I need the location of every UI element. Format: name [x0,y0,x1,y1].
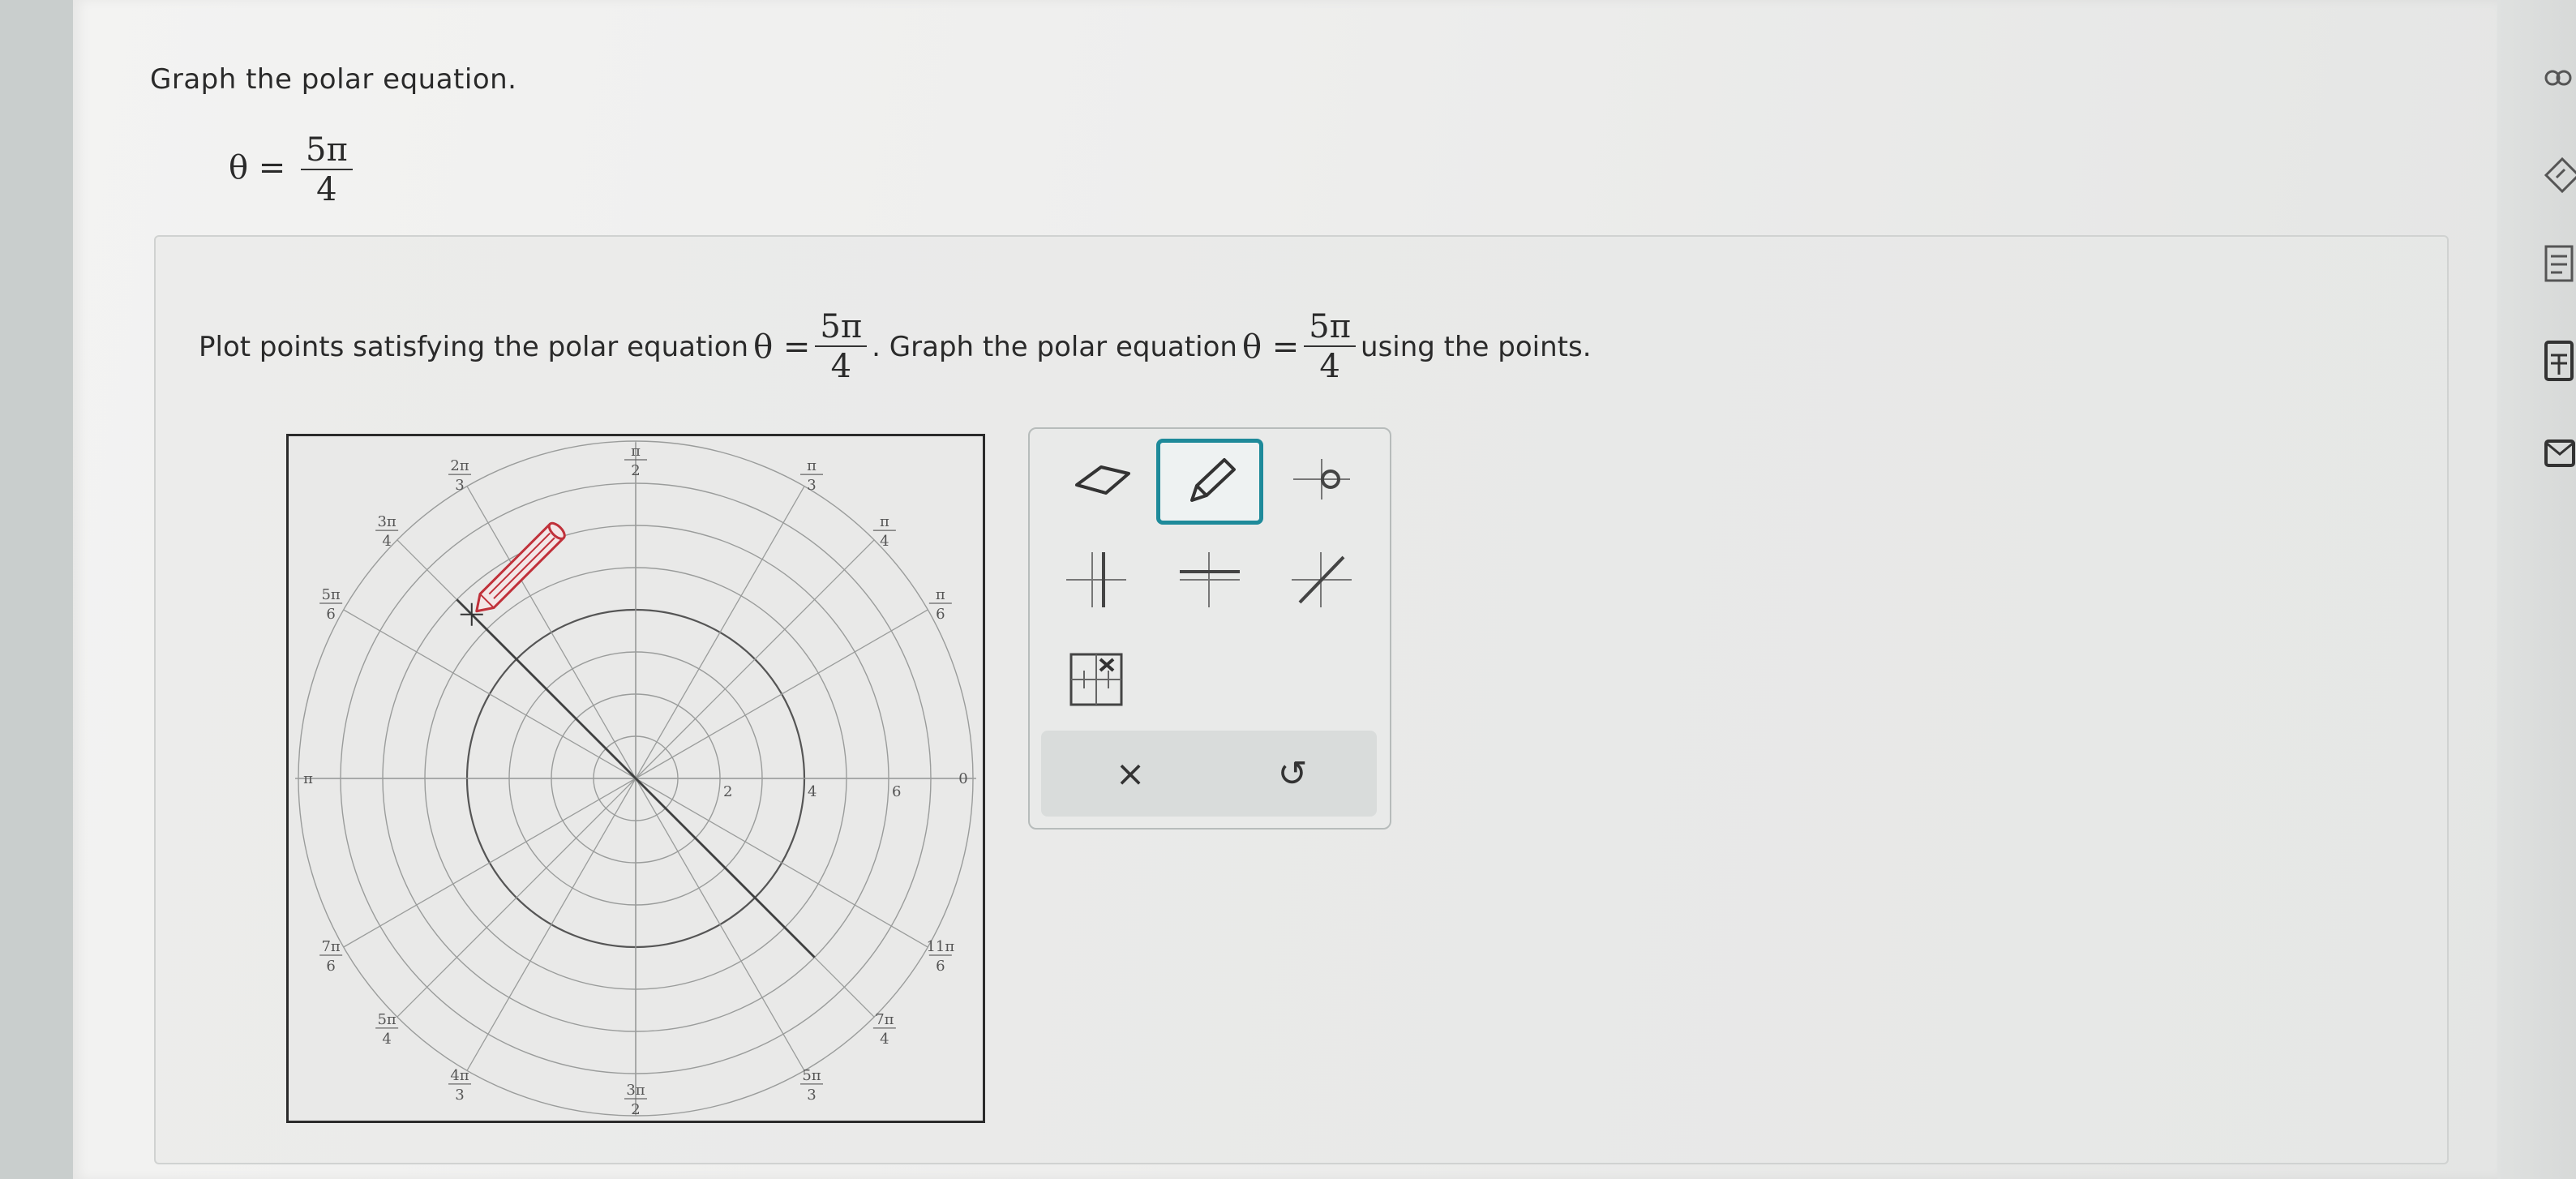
angle-label-numerator: 4π [450,1067,469,1084]
angle-label-numerator: 2π [450,457,469,474]
point-tool[interactable] [1273,439,1370,520]
angle-label-numerator: 7π [875,1011,894,1028]
question-title: Graph the polar equation. [150,63,517,96]
angle-tick-label: 7π6 [319,938,343,975]
angle-label-denominator: 3 [807,1087,816,1104]
angle-tick-label: π4 [872,513,896,550]
grid-tool[interactable] [1048,638,1145,719]
angle-label-denominator: 4 [382,1031,391,1048]
angle-tick-label: 4π3 [448,1067,471,1104]
angle-label-denominator: 3 [807,477,816,494]
equation-fraction: 5π 4 [301,131,353,209]
equation-numerator: 5π [301,131,353,170]
angle-label-denominator: 4 [880,1031,889,1048]
angle-label-numerator: π [936,586,945,603]
instruction-fraction-1: 5π 4 [815,308,868,386]
instruction-equation-2: θ = 5π 4 [1241,308,1357,386]
polar-grid-canvas[interactable]: 2 4 6π2 π3π4π6011π67π45π33π24π35π47π6π5π63π… [289,436,983,1121]
angle-label-numerator: 5π [321,586,340,603]
angle-label-numerator: 7π [321,938,340,955]
angle-label-numerator: π [880,513,889,530]
horizontal-line-icon [1180,552,1240,607]
angle-label-denominator: 4 [880,533,889,550]
polar-spoke [635,609,928,779]
polar-graph[interactable]: 2 4 6 π 2 π 3 π 4 π 6 0 11π 6 7π 4 5π 3 3π 2 4π 3 5π 4 7π 6 π 5π 6 3π… [286,434,985,1123]
radius-tick-label: 6 [892,783,901,800]
polar-spoke [635,778,928,948]
angle-label-denominator: 6 [326,958,335,975]
instruction-numerator-2: 5π [1304,308,1357,347]
pencil-icon [1190,458,1236,502]
angle-label-denominator: 2 [631,1101,640,1118]
action-bar: × ↺ [1041,731,1377,817]
instruction-denominator-1: 4 [830,348,852,385]
vertical-line-icon [1066,552,1126,607]
graphing-toolbar: × ↺ [1028,427,1391,830]
eraser-tool[interactable] [1054,439,1151,520]
edit-diamond-icon[interactable] [2543,151,2576,199]
angle-label-denominator: 6 [326,606,335,623]
polar-spoke [635,778,805,1071]
link-icon[interactable] [2543,54,2576,102]
angle-label-denominator: 6 [936,958,945,975]
horizontal-line-tool[interactable] [1161,539,1258,620]
angle-tick-label: 3π4 [375,513,399,550]
instruction-denominator-2: 4 [1319,348,1340,385]
angle-label-numerator: 5π [377,1011,396,1028]
clear-button[interactable]: × [1049,731,1211,817]
instruction-text: Plot points satisfying the polar equatio… [199,308,1592,386]
angle-tick-label: 5π3 [800,1067,823,1104]
instruction-part2: . Graph the polar equation [872,331,1237,363]
angle-label-denominator: 4 [382,533,391,550]
instruction-equation-1: θ = 5π 4 [753,308,868,386]
eraser-icon [1075,465,1130,495]
calculator-icon[interactable] [2543,337,2576,386]
point-icon [1293,459,1350,499]
angle-label-denominator: 6 [936,606,945,623]
angle-tick-label: 7π4 [872,1011,896,1048]
radius-tick-label: 2 [723,783,732,800]
angle-tick-label: π [303,770,313,787]
grid-icon [1069,653,1123,706]
polar-spoke [466,778,636,1071]
angle-label-text: π [303,770,313,787]
instruction-theta-1: θ = [753,328,811,366]
angle-tick-label: 11π6 [926,938,954,975]
line-tool[interactable] [1273,539,1370,620]
angle-label-numerator: 3π [377,513,396,530]
instruction-part3: using the points. [1361,331,1592,363]
angle-tick-label: 5π4 [375,1011,399,1048]
instruction-part1: Plot points satisfying the polar equatio… [199,331,749,363]
radius-tick-label: 4 [808,783,817,800]
polar-spoke [635,486,805,779]
polar-spoke [343,609,636,779]
angle-label-numerator: π [807,457,817,474]
right-sidebar [2497,0,2576,1179]
angle-label-numerator: 5π [802,1067,821,1084]
angle-label-numerator: 3π [626,1082,645,1099]
angle-label-text: 0 [958,770,967,787]
instruction-theta-2: θ = [1241,328,1300,366]
polar-spoke [343,778,636,948]
polar-spoke [635,539,875,779]
instruction-numerator-1: 5π [815,308,868,347]
angle-label-numerator: 11π [926,938,954,955]
message-icon[interactable] [2543,431,2576,480]
vertical-line-tool[interactable] [1048,539,1145,620]
polar-spoke [396,778,636,1018]
given-equation: θ = 5π 4 [229,131,353,209]
equation-lhs: θ = [229,149,286,186]
undo-button[interactable]: ↺ [1211,731,1374,817]
textbook-icon[interactable] [2543,240,2576,289]
angle-label-denominator: 2 [631,462,640,479]
equation-denominator: 4 [316,171,337,208]
pencil-tool[interactable] [1156,439,1263,525]
angle-label-numerator: π [631,443,641,460]
angle-tick-label: 0 [958,770,967,787]
instruction-fraction-2: 5π 4 [1304,308,1357,386]
line-icon [1292,552,1352,607]
angle-label-denominator: 3 [455,477,464,494]
angle-label-denominator: 3 [455,1087,464,1104]
